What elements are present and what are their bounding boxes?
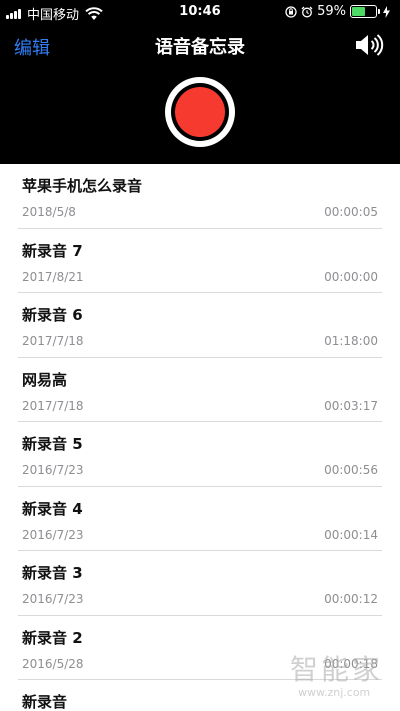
page-title: 语音备忘录	[155, 37, 245, 58]
record-dot-icon	[175, 87, 225, 137]
battery-percent: 59%	[317, 4, 346, 19]
recording-duration: 00:00:00	[324, 269, 378, 284]
recording-duration: 00:00:05	[324, 205, 378, 219]
recording-title: 新录音 6	[22, 306, 83, 324]
recording-date: 2016/7/23	[22, 592, 84, 606]
recording-duration: 01:18:00	[324, 334, 378, 348]
recording-date: 2017/7/18	[22, 398, 84, 413]
recordings-list: 苹果手机怎么录音 2018/5/8 00:00:05 新录音 7 2017/8/21 00…	[0, 164, 400, 711]
recording-title: 网易高	[22, 370, 68, 389]
recording-row[interactable]: 苹果手机怎么录音 2018/5/8 00:00:05	[18, 164, 382, 229]
battery-level-fill	[352, 7, 365, 16]
recording-duration: 00:00:56	[324, 463, 378, 477]
recording-title: 苹果手机怎么录音	[22, 177, 143, 195]
recording-row[interactable]: 新录音 7 2017/8/21 00:00:00	[18, 229, 382, 293]
recording-row[interactable]: 网易高 2017/7/18 00:03:17	[18, 358, 382, 422]
recording-duration: 00:03:17	[324, 398, 378, 413]
recording-date: 2016/7/23	[22, 463, 84, 477]
status-bar: 中国移动 10:46 59%	[0, 0, 400, 24]
alarm-icon	[301, 6, 313, 17]
recording-row[interactable]: 新录音 3 2016/7/23 00:00:12	[18, 551, 382, 616]
recording-row[interactable]: 新录音 6 2017/7/18 01:18:00	[18, 293, 382, 358]
record-button[interactable]	[165, 77, 235, 147]
header: 中国移动 10:46 59% 编辑 语音备忘录	[0, 0, 400, 164]
charging-bolt-icon	[383, 5, 390, 18]
recording-title: 新录音 2	[22, 628, 83, 647]
record-button-ring	[171, 83, 229, 141]
battery-icon	[350, 5, 380, 18]
recording-title: 新录音 7	[22, 241, 83, 260]
watermark-brand: 智能家	[290, 653, 384, 686]
recording-title: 新录音 4	[22, 499, 83, 518]
speaker-volume-icon[interactable]	[354, 32, 384, 58]
recording-duration: 00:00:14	[324, 527, 378, 542]
watermark: 智能家 www.znj.com	[290, 648, 395, 704]
recording-title: 新录音 3	[22, 564, 83, 582]
recording-row[interactable]: 新录音 5 2016/7/23 00:00:56	[18, 422, 382, 487]
recording-date: 2016/7/23	[22, 527, 84, 542]
recording-title: 新录音	[22, 693, 68, 711]
recording-date: 2017/7/18	[22, 334, 84, 348]
recording-title: 新录音 5	[22, 435, 83, 453]
recording-row[interactable]: 新录音 4 2016/7/23 00:00:14	[18, 487, 382, 551]
recording-date: 2017/8/21	[22, 269, 84, 284]
status-right: 59%	[285, 4, 394, 19]
recording-duration: 00:00:12	[324, 592, 378, 606]
recording-date: 2016/5/28	[22, 656, 84, 671]
orientation-lock-icon	[285, 5, 297, 18]
recording-date: 2018/5/8	[22, 205, 76, 219]
